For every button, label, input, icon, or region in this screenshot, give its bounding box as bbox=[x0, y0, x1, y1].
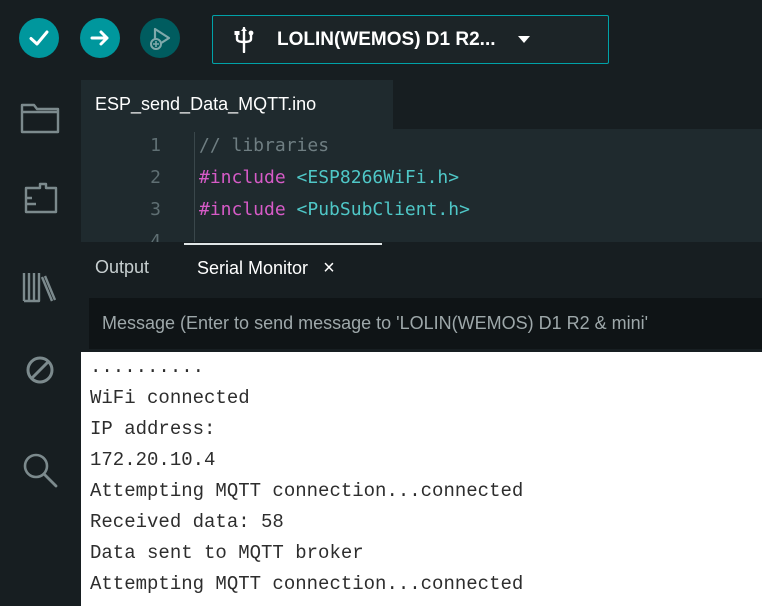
panel-tabs: Output Serial Monitor × bbox=[81, 243, 762, 293]
code-comment: // libraries bbox=[199, 135, 330, 156]
console-line: WiFi connected bbox=[90, 387, 250, 409]
console-line: Data sent to MQTT broker bbox=[90, 542, 364, 564]
tab-serial-monitor-label: Serial Monitor bbox=[197, 258, 309, 278]
search-icon[interactable] bbox=[18, 448, 62, 492]
console-line: 172.20.10.4 bbox=[90, 449, 216, 471]
console-line: Attempting MQTT connection...connected bbox=[90, 573, 524, 595]
serial-output: .......... WiFi connected IP address: 17… bbox=[81, 352, 762, 606]
editor-tabstrip: ESP_send_Data_MQTT.ino bbox=[81, 80, 762, 129]
code-line: 2 #include <ESP8266WiFi.h> bbox=[81, 167, 762, 197]
code-line: 3 #include <PubSubClient.h> bbox=[81, 199, 762, 229]
line-number: 2 bbox=[150, 167, 161, 188]
check-icon bbox=[29, 30, 49, 46]
debug-button[interactable] bbox=[140, 18, 180, 58]
toolbar: LOLIN(WEMOS) D1 R2... bbox=[0, 0, 762, 80]
console-line: Attempting MQTT connection...connected bbox=[90, 480, 524, 502]
code-area[interactable]: 1 // libraries 2 #include <ESP8266WiFi.h… bbox=[81, 132, 762, 242]
arrow-right-icon bbox=[90, 30, 109, 46]
library-icon[interactable] bbox=[18, 265, 62, 309]
editor-tab[interactable]: ESP_send_Data_MQTT.ino bbox=[81, 80, 393, 129]
line-number: 4 bbox=[150, 231, 161, 242]
tab-output[interactable]: Output bbox=[95, 257, 149, 278]
message-bar bbox=[89, 298, 762, 349]
board-label: LOLIN(WEMOS) D1 R2... bbox=[277, 28, 496, 50]
code-line: 4 bbox=[81, 231, 762, 242]
code-directive: #include bbox=[199, 167, 286, 188]
code-header: <ESP8266WiFi.h> bbox=[296, 167, 460, 188]
code-line: 1 // libraries bbox=[81, 135, 762, 165]
sidebar bbox=[0, 80, 81, 606]
editor-tab-label: ESP_send_Data_MQTT.ino bbox=[95, 94, 317, 114]
debug-icon bbox=[150, 27, 171, 50]
debug-disabled-icon[interactable] bbox=[18, 348, 62, 392]
chevron-down-icon bbox=[517, 36, 530, 43]
console-line: .......... bbox=[90, 356, 205, 378]
close-icon[interactable]: × bbox=[323, 257, 335, 280]
console-line: Received data: 58 bbox=[90, 511, 284, 533]
verify-button[interactable] bbox=[19, 18, 59, 58]
code-text: #include <PubSubClient.h> bbox=[199, 199, 470, 220]
code-text: #include <ESP8266WiFi.h> bbox=[199, 167, 459, 188]
message-input[interactable] bbox=[100, 312, 762, 335]
board-selector[interactable]: LOLIN(WEMOS) D1 R2... bbox=[212, 15, 609, 64]
editor: ESP_send_Data_MQTT.ino 1 // libraries 2 … bbox=[81, 80, 762, 242]
line-number: 1 bbox=[150, 135, 161, 156]
code-header: <PubSubClient.h> bbox=[296, 199, 470, 220]
bottom-panel: Output Serial Monitor × .......... WiFi … bbox=[81, 243, 762, 606]
tab-serial-monitor[interactable]: Serial Monitor × bbox=[197, 257, 335, 280]
folder-icon[interactable] bbox=[18, 95, 62, 139]
code-directive: #include bbox=[199, 199, 286, 220]
tab-output-label: Output bbox=[95, 257, 150, 277]
board-manager-icon[interactable] bbox=[18, 178, 62, 222]
usb-icon bbox=[234, 26, 254, 53]
line-number: 3 bbox=[150, 199, 161, 220]
upload-button[interactable] bbox=[80, 18, 120, 58]
console-line: IP address: bbox=[90, 418, 216, 440]
active-tab-indicator bbox=[184, 243, 382, 245]
